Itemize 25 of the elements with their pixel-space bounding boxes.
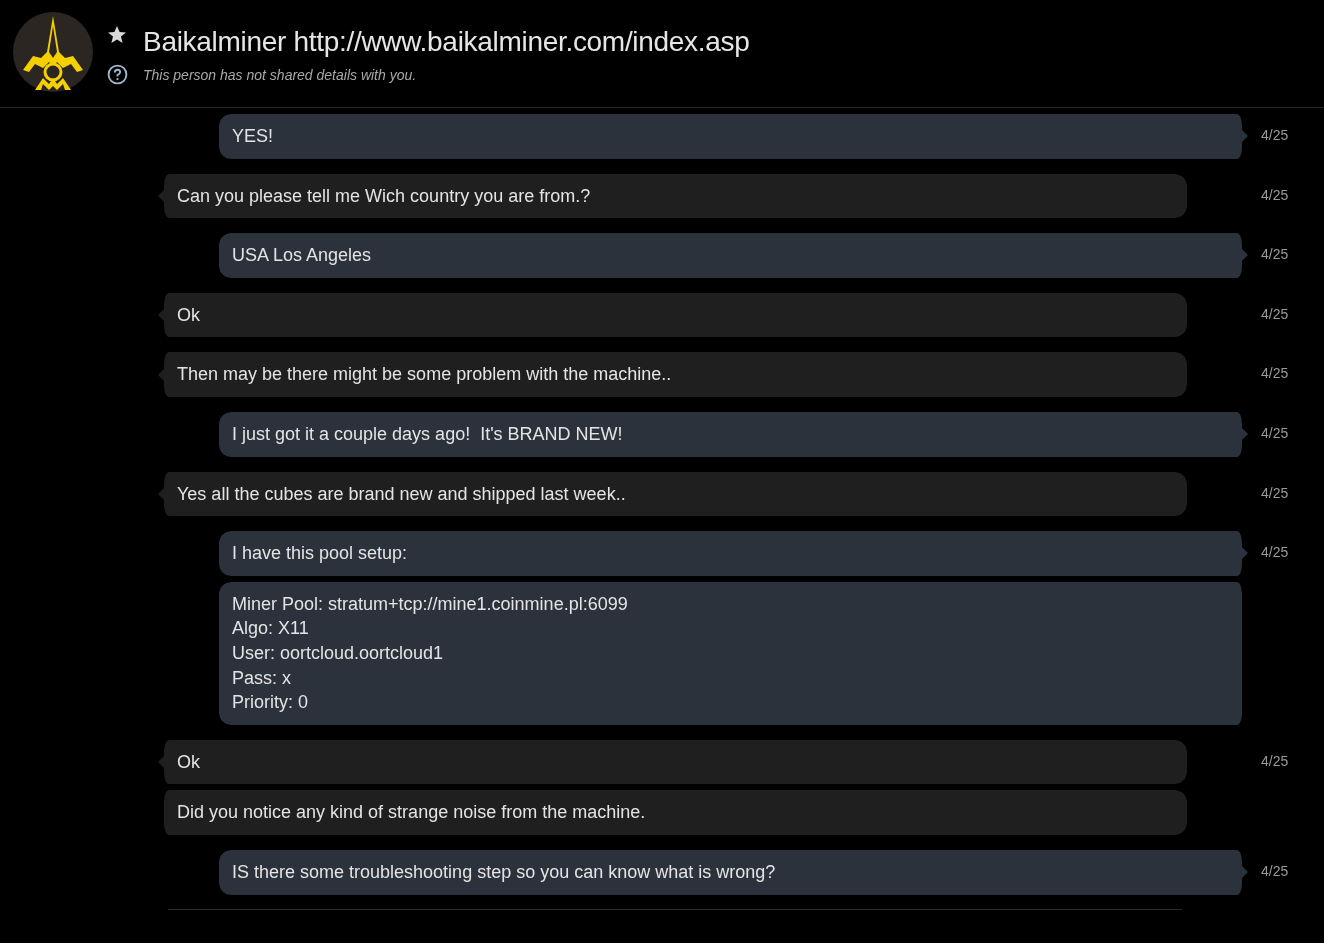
message-time: 4/25 bbox=[1261, 423, 1290, 441]
message-bubble: I just got it a couple days ago! It's BRAND NEW! bbox=[219, 411, 1249, 457]
message-time: 4/25 bbox=[1261, 364, 1290, 382]
message-bubble: IS there some troubleshooting step so you can know what is wrong? bbox=[219, 849, 1249, 895]
message-time: 4/25 bbox=[1261, 185, 1290, 203]
message-time: 4/25 bbox=[1261, 543, 1290, 561]
message-time: 4/25 bbox=[1261, 304, 1290, 322]
message-time: 4/25 bbox=[1261, 126, 1290, 143]
star-icon[interactable] bbox=[107, 25, 127, 45]
message-time: 4/25 bbox=[1261, 751, 1290, 769]
message-time: 4/25 bbox=[1261, 245, 1290, 263]
avatar-icon bbox=[13, 12, 93, 92]
help-icon[interactable] bbox=[107, 64, 128, 85]
message-bubble: Ok bbox=[157, 739, 1187, 785]
message-time: 4/25 bbox=[1261, 861, 1290, 879]
message-bubble: Then may be there might be some problem with the machine.. bbox=[157, 352, 1187, 397]
message-bubble: Can you please tell me Wich country you are from.? bbox=[157, 173, 1187, 219]
message-bubble: YES! bbox=[219, 114, 1249, 159]
message-bubble: Ok bbox=[157, 292, 1187, 338]
contact-status-text: This person has not shared details with you. bbox=[143, 66, 417, 83]
message-bubble: USA Los Angeles bbox=[219, 233, 1249, 278]
message-bubble: Yes all the cubes are brand new and shipped last week.. bbox=[157, 471, 1187, 517]
message-bubble: I have this pool setup: bbox=[219, 531, 1249, 576]
message-time: 4/25 bbox=[1261, 483, 1290, 501]
contact-title: Baikalminer http://www.baikalminer.com/index.asp bbox=[143, 26, 750, 58]
